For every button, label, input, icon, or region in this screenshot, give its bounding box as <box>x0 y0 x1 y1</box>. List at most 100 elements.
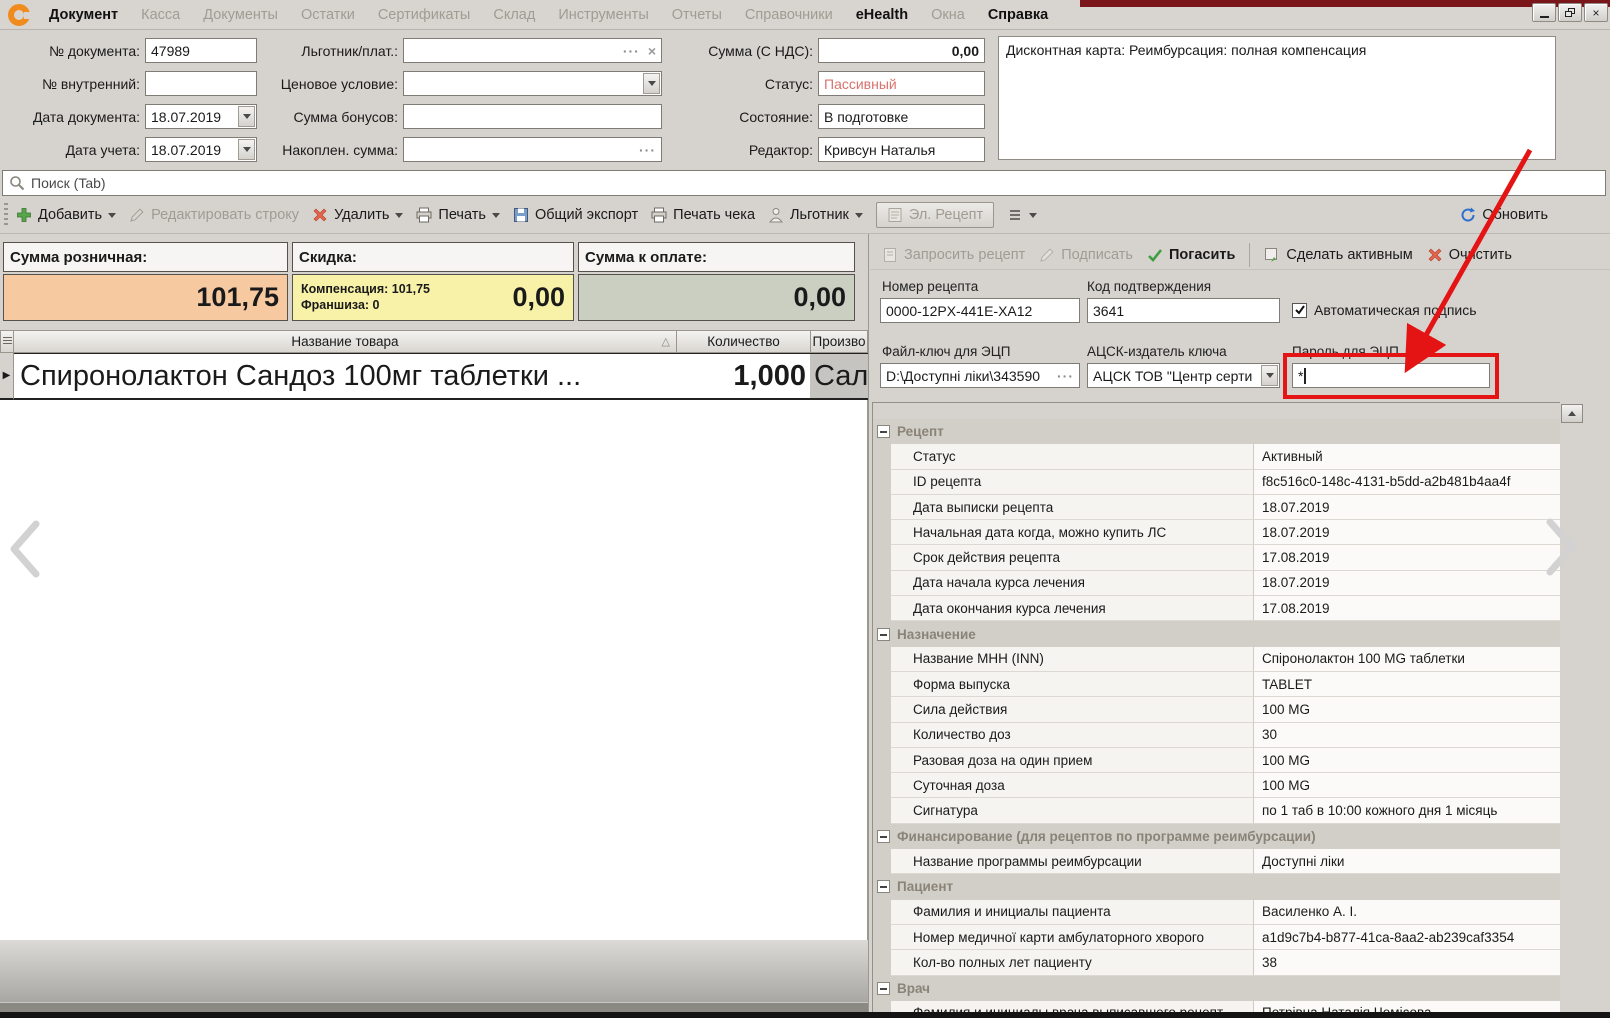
menu-help[interactable]: Справка <box>984 5 1052 25</box>
chevron-left-icon[interactable] <box>8 520 42 578</box>
section-header-financing[interactable]: Финансирование (для рецептов по программ… <box>873 824 1560 849</box>
property-row[interactable]: Дата начала курса лечения18.07.2019 <box>873 571 1560 596</box>
doc-date-field[interactable]: 18.07.2019 <box>145 104 257 129</box>
internal-number-field[interactable] <box>145 71 257 96</box>
recipe-number-field[interactable]: 0000-12PX-441E-XA12 <box>880 298 1080 323</box>
menu-ehealth[interactable]: eHealth <box>852 5 912 25</box>
restore-button[interactable] <box>1558 3 1582 22</box>
property-row[interactable]: СтатусАктивный <box>873 444 1560 469</box>
property-row[interactable]: Форма выпускаTABLET <box>873 672 1560 697</box>
acsk-dropdown-button[interactable] <box>1261 365 1278 386</box>
product-producer-cell[interactable]: Сал <box>810 353 868 400</box>
property-row[interactable]: Начальная дата когда, можно купить ЛС18.… <box>873 520 1560 545</box>
e-recipe-button[interactable]: Эл. Рецепт <box>876 202 994 228</box>
list-menu-button[interactable] <box>1007 207 1037 223</box>
search-input[interactable]: Поиск (Tab) <box>2 170 1606 196</box>
menu-ostatki[interactable]: Остатки <box>297 5 359 25</box>
discount-details: Компенсация: 101,75 Франшиза: 0 <box>301 283 430 313</box>
close-button[interactable]: × <box>1584 3 1608 22</box>
toolbar-grip[interactable] <box>4 203 8 227</box>
sum-vat-label: Сумма (С НДС): <box>698 38 813 63</box>
menu-certificates[interactable]: Сертификаты <box>374 5 475 25</box>
property-row[interactable]: Кол-во полных лет пациенту38 <box>873 950 1560 975</box>
redeem-button[interactable]: Погасить <box>1147 247 1235 263</box>
accum-field[interactable]: ··· <box>403 137 662 162</box>
print-button[interactable]: Печать <box>416 207 500 223</box>
section-header-assignment[interactable]: Назначение <box>873 621 1560 646</box>
price-condition-dropdown-button[interactable] <box>643 73 660 94</box>
section-header-patient[interactable]: Пациент <box>873 874 1560 899</box>
add-button[interactable]: Добавить <box>16 207 116 223</box>
property-row[interactable]: Название МНН (INN)Спіронолактон 100 MG т… <box>873 647 1560 672</box>
sign-button[interactable]: Подписать <box>1039 247 1133 263</box>
reg-date-field[interactable]: 18.07.2019 <box>145 137 257 162</box>
collapse-icon[interactable] <box>877 982 890 995</box>
search-icon <box>9 175 25 191</box>
column-header-name[interactable]: Название товара △ <box>13 330 677 353</box>
browse-button[interactable]: ··· <box>639 142 656 158</box>
recipe-property-grid: Рецепт СтатусАктивный ID рецептаf8c516c0… <box>872 402 1560 1018</box>
minimize-button[interactable] <box>1532 3 1556 22</box>
menu-kassa[interactable]: Касса <box>137 5 184 25</box>
key-file-field[interactable]: D:\Доступні ліки\343590 ··· <box>880 363 1080 388</box>
property-row[interactable]: Сила действия100 MG <box>873 697 1560 722</box>
scroll-up-button[interactable] <box>1561 404 1583 423</box>
table-body-area <box>0 400 868 940</box>
make-active-button[interactable]: Сделать активным <box>1264 247 1412 263</box>
menu-windows[interactable]: Окна <box>927 5 969 25</box>
doc-number-field[interactable]: 47989 <box>145 38 257 63</box>
property-row[interactable]: ID рецептаf8c516c0-148c-4131-b5dd-a2b481… <box>873 470 1560 495</box>
request-recipe-button[interactable]: Запросить рецепт <box>882 247 1025 263</box>
property-row[interactable]: Разовая доза на один прием100 MG <box>873 748 1560 773</box>
product-qty-cell[interactable]: 1,000 <box>677 353 810 400</box>
collapse-icon[interactable] <box>877 880 890 893</box>
clear-button[interactable]: Очистить <box>1427 247 1512 263</box>
collapse-icon[interactable] <box>877 425 890 438</box>
password-field[interactable]: * <box>1292 363 1490 388</box>
accum-label: Накоплен. сумма: <box>262 137 398 162</box>
menu-sklad[interactable]: Склад <box>489 5 539 25</box>
chevron-right-icon[interactable] <box>1544 518 1578 576</box>
beneficiary-button[interactable]: Льготник <box>768 207 863 223</box>
acsk-field[interactable]: АЦСК ТОВ "Центр серти <box>1087 363 1280 388</box>
price-condition-field[interactable] <box>403 71 662 96</box>
delete-button[interactable]: Удалить <box>312 207 403 223</box>
refresh-button[interactable]: Обновить <box>1460 207 1548 223</box>
property-row[interactable]: Название программы реимбурсацииДоступні … <box>873 849 1560 874</box>
beneficiary-field[interactable]: ··· × <box>403 38 662 63</box>
doc-date-dropdown-button[interactable] <box>238 106 255 127</box>
menu-document[interactable]: Документ <box>45 5 122 25</box>
property-row[interactable]: Фамилия и инициалы пациентаВасиленко А. … <box>873 900 1560 925</box>
property-row[interactable]: Номер медичної карти амбулаторного хворо… <box>873 925 1560 950</box>
menu-spravochniki[interactable]: Справочники <box>741 5 837 25</box>
auto-sign-checkbox[interactable] <box>1292 303 1307 318</box>
section-header-doctor[interactable]: Врач <box>873 976 1560 1001</box>
property-row[interactable]: Срок действия рецепта17.08.2019 <box>873 545 1560 570</box>
collapse-icon[interactable] <box>877 830 890 843</box>
column-header-producer[interactable]: Произво <box>810 330 868 353</box>
property-row[interactable]: Дата выписки рецепта18.07.2019 <box>873 495 1560 520</box>
menu-instruments[interactable]: Инструменты <box>554 5 652 25</box>
menu-reports[interactable]: Отчеты <box>668 5 726 25</box>
text-cursor <box>1304 368 1306 384</box>
browse-button[interactable]: ··· <box>623 43 640 59</box>
product-name-cell[interactable]: Спиронолактон Сандоз 100мг таблетки ... <box>14 353 677 400</box>
property-row[interactable]: Количество доз30 <box>873 723 1560 748</box>
property-row[interactable]: Дата окончания курса лечения17.08.2019 <box>873 596 1560 621</box>
property-row[interactable]: Суточная доза100 MG <box>873 773 1560 798</box>
common-export-button[interactable]: Общий экспорт <box>513 207 638 223</box>
bonus-field[interactable] <box>403 104 662 129</box>
confirm-code-field[interactable]: 3641 <box>1087 298 1280 323</box>
browse-button[interactable]: ··· <box>1057 368 1074 384</box>
edit-row-button[interactable]: Редактировать строку <box>129 207 299 223</box>
menu-documents[interactable]: Документы <box>199 5 282 25</box>
property-row[interactable]: Сигнатурапо 1 таб в 10:00 кожного дня 1 … <box>873 798 1560 823</box>
section-header-recipe[interactable]: Рецепт <box>873 419 1560 444</box>
collapse-icon[interactable] <box>877 628 890 641</box>
rows-icon <box>3 337 12 346</box>
clear-beneficiary-button[interactable]: × <box>648 43 656 59</box>
print-receipt-button[interactable]: Печать чека <box>651 207 755 223</box>
sort-asc-icon: △ <box>662 335 670 348</box>
reg-date-dropdown-button[interactable] <box>238 139 255 160</box>
column-header-qty[interactable]: Количество <box>676 330 811 353</box>
